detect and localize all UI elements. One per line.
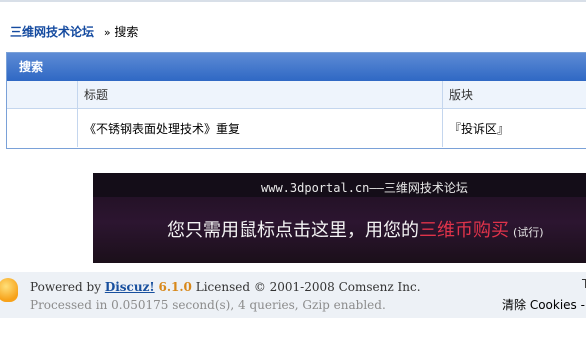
panel-title: 搜索 [7,53,586,81]
banner-url-text: www.3dportal.cn——三维网技术论坛 [261,181,468,195]
column-header-forum: 版块 [442,81,586,109]
breadcrumb-home-link[interactable]: 三维网技术论坛 [10,25,94,39]
row-title-link[interactable]: 《不锈钢表面处理技术》重复 [77,108,443,147]
licensed-text: Licensed © 2001-2008 Comsenz Inc. [195,280,421,294]
banner-highlight: 三维币购买 [419,220,509,241]
promo-banner[interactable]: www.3dportal.cn——三维网技术论坛 您只需用鼠标点击这里，用您的三… [93,173,586,263]
footer-right-mark: T [582,277,586,291]
discuz-link[interactable]: Discuz! [105,280,155,294]
column-header-title: 标题 [77,81,443,109]
lightbulb-icon [0,278,18,302]
banner-message: 您只需用鼠标点击这里，用您的三维币购买 (试行) [167,216,544,242]
breadcrumb: 三维网技术论坛 » 搜索 [10,24,138,40]
row-cell-blank [7,108,78,147]
powered-by-line: Powered by Discuz! 6.1.0 Licensed © 2001… [30,280,421,294]
banner-trial-note: (试行) [513,226,544,239]
results-table: 标题 版块 《不锈钢表面处理技术》重复 『投诉区』 [7,81,586,147]
column-header-blank [7,81,78,109]
table-header-row: 标题 版块 [7,81,586,109]
table-row: 《不锈钢表面处理技术》重复 『投诉区』 [7,108,586,147]
row-forum-link[interactable]: 『投诉区』 [442,108,586,147]
banner-message-lead: 您只需用鼠标点击这里，用您的 [167,220,419,241]
breadcrumb-separator: » [103,26,111,39]
powered-prefix: Powered by [30,280,101,294]
processed-info: Processed in 0.050175 second(s), 4 queri… [30,298,386,312]
breadcrumb-current: 搜索 [114,25,139,39]
top-divider [0,0,586,2]
clear-cookies-link[interactable]: 清除 Cookies - [502,296,585,313]
footer: Powered by Discuz! 6.1.0 Licensed © 2001… [0,272,586,318]
search-results-panel: 搜索 标题 版块 《不锈钢表面处理技术》重复 『投诉区』 [6,52,586,149]
version-badge: 6.1.0 [158,280,192,294]
